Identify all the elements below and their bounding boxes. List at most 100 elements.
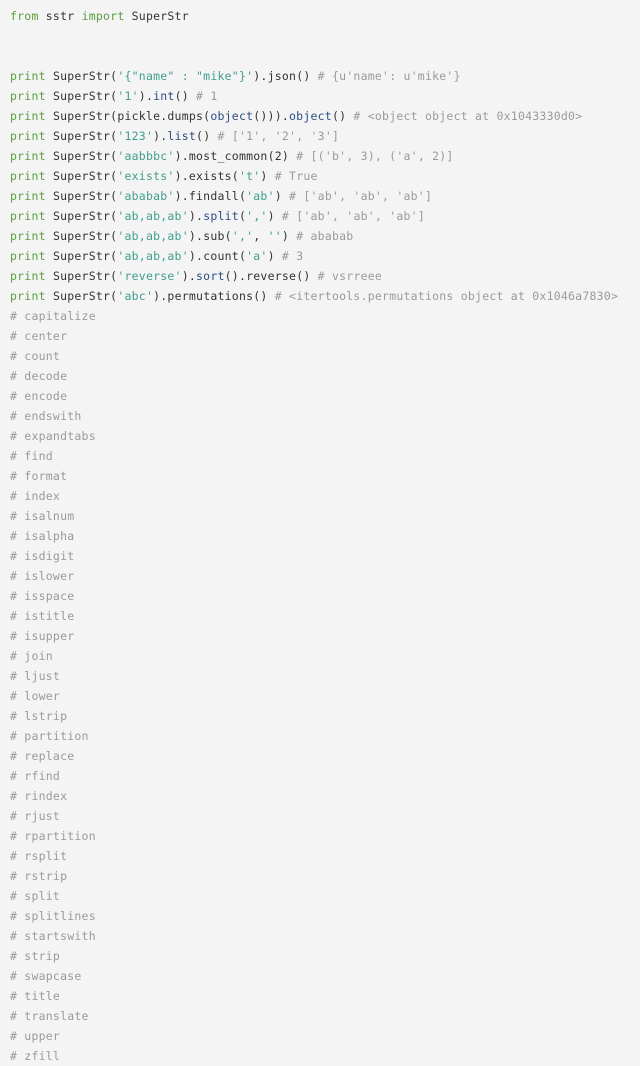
token-comment: # isupper xyxy=(10,629,75,643)
token-name: SuperStr( xyxy=(52,289,118,303)
token-keyword: print xyxy=(10,189,46,203)
token-string: 'ababab' xyxy=(117,189,175,203)
code-line: # count xyxy=(10,346,640,366)
token-punct: ). xyxy=(174,189,189,203)
token-comment: # 3 xyxy=(281,249,304,263)
code-line: # title xyxy=(10,986,640,1006)
token-string: 'ab' xyxy=(246,189,275,203)
code-line: # rpartition xyxy=(10,826,640,846)
code-line: # endswith xyxy=(10,406,640,426)
token-builtin: object xyxy=(289,109,332,123)
token-keyword: print xyxy=(10,169,46,183)
token-string: ',' xyxy=(231,229,254,243)
code-line: # rfind xyxy=(10,766,640,786)
token-punct xyxy=(46,269,53,283)
token-keyword: print xyxy=(10,109,46,123)
token-comment: # join xyxy=(10,649,53,663)
token-punct: ). xyxy=(174,169,189,183)
token-punct xyxy=(46,129,53,143)
token-punct: ( xyxy=(224,229,232,243)
code-line: print SuperStr('ab,ab,ab').count('a') # … xyxy=(10,246,640,266)
token-comment: # replace xyxy=(10,749,75,763)
code-line: # istitle xyxy=(10,606,640,626)
code-line: print SuperStr('ab,ab,ab').sub(',', '') … xyxy=(10,226,640,246)
token-punct xyxy=(46,249,53,263)
token-comment: # expandtabs xyxy=(10,429,96,443)
token-comment: # title xyxy=(10,989,61,1003)
code-line: # zfill xyxy=(10,1046,640,1066)
code-line: # upper xyxy=(10,1026,640,1046)
token-punct: ( xyxy=(267,149,275,163)
token-punct xyxy=(46,169,53,183)
token-comment: # rstrip xyxy=(10,869,68,883)
token-name: count xyxy=(203,249,239,263)
token-punct: ). xyxy=(188,249,204,263)
code-line: # isalnum xyxy=(10,506,640,526)
token-comment: # istitle xyxy=(10,609,75,623)
code-line: print SuperStr(pickle.dumps(object())).o… xyxy=(10,106,640,126)
token-string: 't' xyxy=(238,169,261,183)
token-punct: ) xyxy=(267,209,282,223)
token-punct: ) xyxy=(274,189,290,203)
token-punct: ). xyxy=(153,289,168,303)
code-line: print SuperStr('123').list() # ['1', '2'… xyxy=(10,126,640,146)
token-comment: # split xyxy=(10,889,61,903)
code-line: # partition xyxy=(10,726,640,746)
code-line: from sstr import SuperStr xyxy=(10,6,640,26)
token-punct xyxy=(46,289,53,303)
token-comment: # ababab xyxy=(296,229,354,243)
token-keyword: print xyxy=(10,149,46,163)
token-punct: () xyxy=(296,69,318,83)
token-keyword: print xyxy=(10,89,46,103)
code-line: # isupper xyxy=(10,626,640,646)
code-line: # capitalize xyxy=(10,306,640,326)
token-keyword: print xyxy=(10,129,46,143)
token-name: permutations xyxy=(167,289,254,303)
token-punct: ). xyxy=(138,89,154,103)
token-string: 'exists' xyxy=(117,169,175,183)
token-punct: ). xyxy=(181,269,197,283)
token-name: SuperStr xyxy=(131,9,189,23)
code-line: # rindex xyxy=(10,786,640,806)
token-punct: ) xyxy=(260,169,275,183)
token-string: 'ab,ab,ab' xyxy=(117,209,189,223)
code-line: # find xyxy=(10,446,640,466)
token-punct: ) xyxy=(267,249,282,263)
token-punct xyxy=(124,9,131,23)
token-punct: , xyxy=(253,229,268,243)
token-name: reverse xyxy=(246,269,297,283)
token-keyword: print xyxy=(10,229,46,243)
token-comment: # True xyxy=(274,169,318,183)
token-punct: () xyxy=(196,129,218,143)
token-string: 'reverse' xyxy=(117,269,182,283)
code-line: # isspace xyxy=(10,586,640,606)
token-punct: () xyxy=(174,89,197,103)
code-line: # split xyxy=(10,886,640,906)
token-punct: ())). xyxy=(253,109,290,123)
token-punct: () xyxy=(331,109,354,123)
token-builtin: list xyxy=(167,129,197,143)
code-line: print SuperStr('ababab').findall('ab') #… xyxy=(10,186,640,206)
code-line: # isdigit xyxy=(10,546,640,566)
token-punct xyxy=(46,109,53,123)
token-keyword: print xyxy=(10,69,46,83)
code-line: # ljust xyxy=(10,666,640,686)
token-name: SuperStr( xyxy=(52,269,118,283)
code-block[interactable]: from sstr import SuperStr print SuperStr… xyxy=(0,0,640,1063)
token-punct xyxy=(46,229,53,243)
code-line: print SuperStr('reverse').sort().reverse… xyxy=(10,266,640,286)
token-string: 'abc' xyxy=(117,289,154,303)
token-string: '123' xyxy=(117,129,154,143)
code-line: # expandtabs xyxy=(10,426,640,446)
code-line: # decode xyxy=(10,366,640,386)
token-keyword: import xyxy=(81,9,125,23)
token-name: SuperStr( xyxy=(52,89,118,103)
token-comment: # capitalize xyxy=(10,309,96,323)
token-builtin: int xyxy=(153,89,175,103)
token-comment: # vsrreee xyxy=(317,269,383,283)
token-string: 'a' xyxy=(246,249,268,263)
token-keyword: from xyxy=(10,9,39,23)
token-name: findall xyxy=(188,189,239,203)
token-name: exists xyxy=(188,169,232,183)
